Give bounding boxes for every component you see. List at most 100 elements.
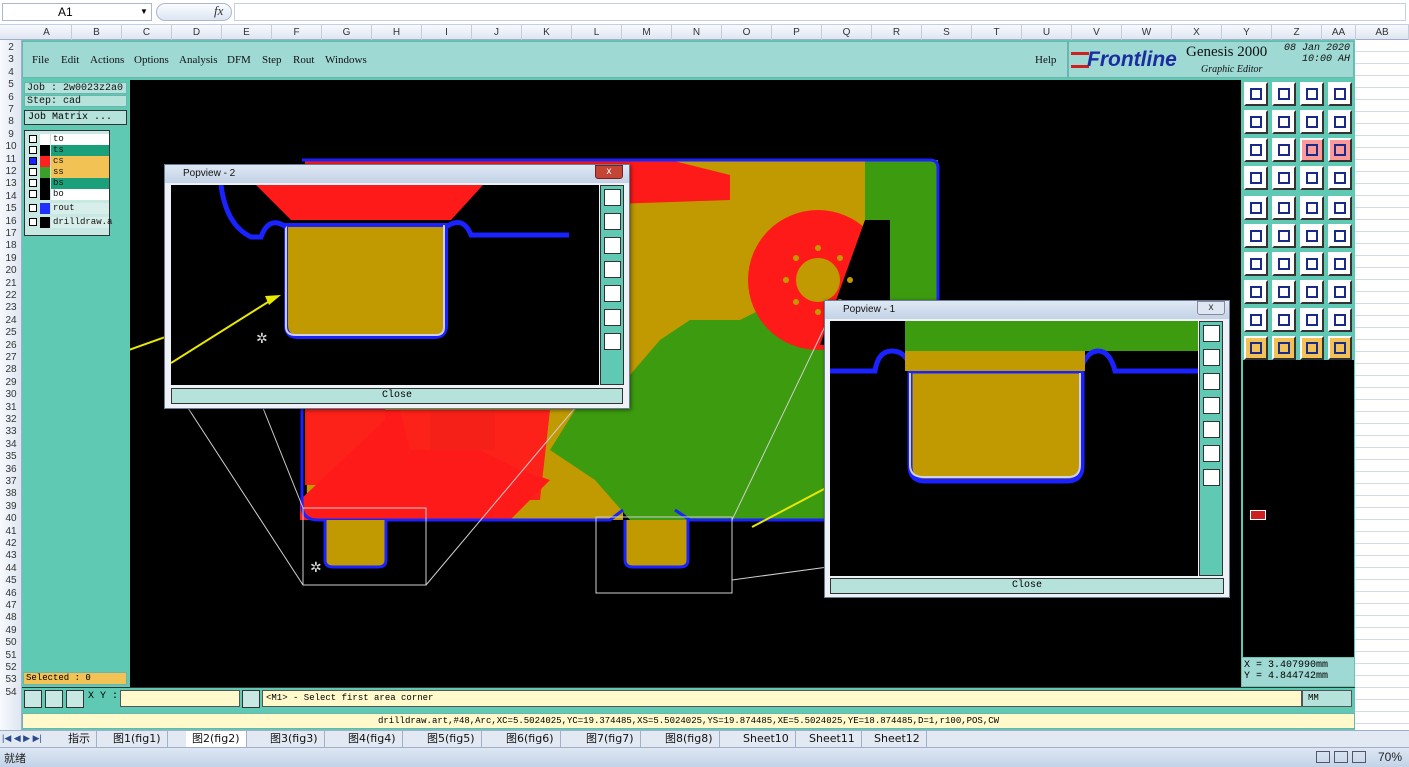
menu-rout[interactable]: Rout: [293, 54, 314, 66]
column-header[interactable]: P: [772, 25, 822, 40]
row-header[interactable]: 15: [0, 203, 22, 214]
layer-row[interactable]: bo: [27, 189, 109, 200]
popview-1-close-button[interactable]: Close: [830, 578, 1224, 594]
menu-actions[interactable]: Actions: [90, 54, 124, 66]
row-header[interactable]: 27: [0, 352, 22, 363]
row-header[interactable]: 7: [0, 104, 22, 115]
tool-icon[interactable]: [1272, 166, 1296, 190]
column-header[interactable]: C: [122, 25, 172, 40]
zoom-level[interactable]: 70%: [1378, 750, 1402, 764]
menu-options[interactable]: Options: [134, 54, 169, 66]
sheet-tab[interactable]: 图1(fig1): [107, 731, 168, 748]
column-header[interactable]: K: [522, 25, 572, 40]
tool-icon[interactable]: [1328, 336, 1352, 360]
job-matrix-button[interactable]: Job Matrix ...: [24, 110, 127, 125]
tool-icon[interactable]: [1244, 308, 1268, 332]
menu-windows[interactable]: Windows: [325, 54, 367, 66]
row-header[interactable]: 23: [0, 302, 22, 313]
tool-icon[interactable]: [1328, 138, 1352, 162]
row-header[interactable]: 26: [0, 340, 22, 351]
row-header[interactable]: 51: [0, 650, 22, 661]
row-header[interactable]: 34: [0, 439, 22, 450]
tool-icon[interactable]: [1244, 224, 1268, 248]
zoom-fit-icon[interactable]: [1203, 325, 1220, 342]
row-header[interactable]: 32: [0, 414, 22, 425]
column-header[interactable]: AA: [1322, 25, 1356, 40]
row-header[interactable]: 41: [0, 526, 22, 537]
zoom-out-icon[interactable]: [604, 237, 621, 254]
layer-row[interactable]: cs: [27, 156, 109, 167]
row-header[interactable]: 44: [0, 563, 22, 574]
fit-all-icon[interactable]: [604, 333, 621, 350]
tool-icon[interactable]: [1300, 280, 1324, 304]
tool-icon[interactable]: [1272, 252, 1296, 276]
row-header[interactable]: 6: [0, 92, 22, 103]
zoom-window-icon[interactable]: [24, 690, 42, 708]
tool-icon[interactable]: [1272, 138, 1296, 162]
pan-icon[interactable]: [604, 285, 621, 302]
tool-icon[interactable]: [1272, 196, 1296, 220]
column-header[interactable]: U: [1022, 25, 1072, 40]
tool-icon[interactable]: [1328, 196, 1352, 220]
row-header[interactable]: 45: [0, 575, 22, 586]
row-header[interactable]: 54: [0, 687, 22, 698]
row-header[interactable]: 10: [0, 141, 22, 152]
column-header[interactable]: Q: [822, 25, 872, 40]
sheet-tab[interactable]: 图2(fig2): [186, 731, 247, 748]
row-header[interactable]: 52: [0, 662, 22, 673]
popview-1-window[interactable]: Popview - 1 x Close: [824, 300, 1230, 598]
column-header[interactable]: T: [972, 25, 1022, 40]
row-header[interactable]: 31: [0, 402, 22, 413]
tool-icon[interactable]: [1300, 82, 1324, 106]
column-header[interactable]: B: [72, 25, 122, 40]
row-header[interactable]: 47: [0, 600, 22, 611]
tool-icon[interactable]: [1244, 166, 1268, 190]
layer-row[interactable]: drilldraw.a: [27, 217, 112, 228]
column-header[interactable]: A: [22, 25, 72, 40]
sheet-tab[interactable]: 图3(fig3): [264, 731, 325, 748]
sheet-tab[interactable]: 图6(fig6): [500, 731, 561, 748]
layer-checkbox[interactable]: [29, 146, 37, 154]
close-icon[interactable]: x: [1197, 301, 1225, 315]
row-header[interactable]: 22: [0, 290, 22, 301]
close-icon[interactable]: x: [595, 165, 623, 179]
tool-icon[interactable]: [1300, 336, 1324, 360]
zoom-in-icon[interactable]: [1203, 349, 1220, 366]
row-header[interactable]: 19: [0, 253, 22, 264]
row-header[interactable]: 2: [0, 42, 22, 53]
sheet-tab[interactable]: 图4(fig4): [342, 731, 403, 748]
zoom-in-icon[interactable]: [604, 213, 621, 230]
popview-2-close-button[interactable]: Close: [171, 388, 623, 404]
chevron-down-icon[interactable]: ▼: [138, 4, 150, 20]
column-header[interactable]: J: [472, 25, 522, 40]
row-header[interactable]: 39: [0, 501, 22, 512]
page-break-icon[interactable]: [1352, 751, 1366, 763]
row-header[interactable]: 37: [0, 476, 22, 487]
page-layout-icon[interactable]: [1334, 751, 1348, 763]
popview-1-title[interactable]: Popview - 1: [825, 301, 1229, 319]
layer-checkbox[interactable]: [29, 168, 37, 176]
row-header[interactable]: 29: [0, 377, 22, 388]
menu-analysis[interactable]: Analysis: [179, 54, 218, 66]
tool-icon[interactable]: [1328, 82, 1352, 106]
tool-icon[interactable]: [1244, 82, 1268, 106]
column-header[interactable]: Z: [1272, 25, 1322, 40]
column-header[interactable]: L: [572, 25, 622, 40]
tool-icon[interactable]: [1244, 110, 1268, 134]
layer-checkbox[interactable]: [29, 218, 37, 226]
popview-2-title[interactable]: Popview - 2: [165, 165, 629, 183]
row-header[interactable]: 8: [0, 116, 22, 127]
fit-all-icon[interactable]: [1203, 469, 1220, 486]
sheet-tab[interactable]: Sheet11: [803, 731, 862, 748]
layer-row[interactable]: to: [27, 134, 109, 145]
row-header[interactable]: 48: [0, 612, 22, 623]
row-header[interactable]: 35: [0, 451, 22, 462]
menu-help[interactable]: Help: [1035, 54, 1056, 66]
column-header[interactable]: E: [222, 25, 272, 40]
tool-icon[interactable]: [1328, 224, 1352, 248]
layer-checkbox[interactable]: [29, 179, 37, 187]
column-header[interactable]: G: [322, 25, 372, 40]
row-header[interactable]: 13: [0, 178, 22, 189]
tool-icon[interactable]: [1244, 280, 1268, 304]
column-header[interactable]: Y: [1222, 25, 1272, 40]
